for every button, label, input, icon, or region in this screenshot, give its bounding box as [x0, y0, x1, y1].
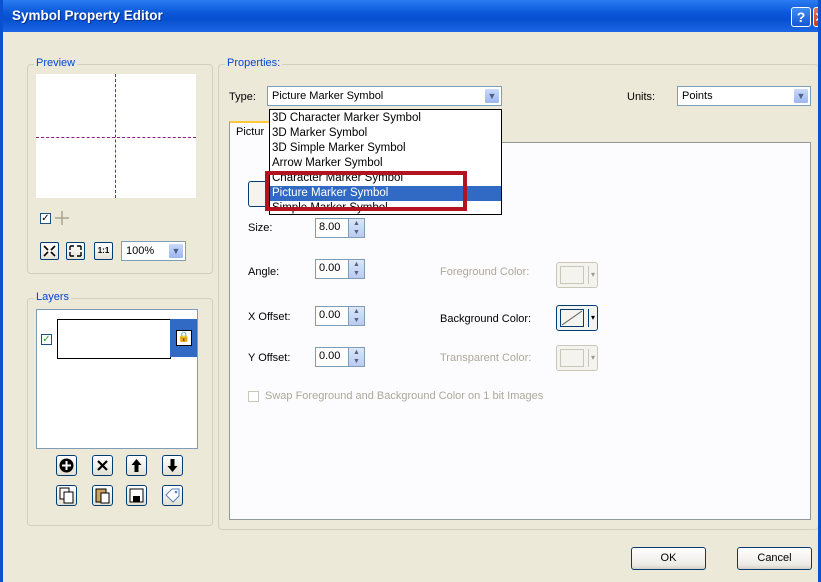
units-label: Units:: [627, 91, 656, 103]
angle-input[interactable]: 0.00: [315, 259, 349, 279]
paste-icon[interactable]: [92, 485, 113, 506]
spin-updown-icon[interactable]: ▲ ▼: [348, 306, 365, 326]
layer-lock-cell[interactable]: 🔒: [170, 319, 197, 357]
preview-label: Preview: [34, 57, 78, 69]
layer-visible-checkbox[interactable]: ✓: [41, 334, 52, 345]
lock-icon[interactable]: 🔒: [176, 330, 192, 346]
zoom-value: 100%: [126, 245, 155, 257]
zoom-fit-icon[interactable]: [40, 242, 59, 260]
delete-layer-icon[interactable]: [92, 455, 113, 476]
layers-label: Layers: [34, 291, 72, 303]
title-bar[interactable]: Symbol Property Editor ? ✕: [3, 0, 818, 32]
actual-size-icon[interactable]: 1:1: [94, 242, 113, 260]
background-color-button[interactable]: ▾: [556, 305, 598, 331]
move-down-icon[interactable]: [162, 455, 183, 476]
units-value: Points: [682, 90, 713, 102]
tag-icon[interactable]: [162, 485, 183, 506]
preview-horizontal-guide: [36, 137, 196, 138]
size-input[interactable]: 8.00: [315, 218, 349, 238]
preview-vertical-guide: [115, 74, 116, 198]
cancel-button[interactable]: Cancel: [737, 547, 812, 570]
angle-label: Angle:: [248, 266, 280, 278]
angle-spinner[interactable]: 0.00 ▲ ▼: [315, 259, 365, 279]
type-value: Picture Marker Symbol: [272, 90, 384, 102]
chevron-down-icon: ▾: [588, 309, 597, 327]
tab-picture[interactable]: Pictur: [229, 121, 273, 143]
units-select[interactable]: Points ▼: [677, 86, 811, 106]
spin-updown-icon[interactable]: ▲ ▼: [348, 347, 365, 367]
foreground-color-label: Foreground Color:: [440, 266, 530, 278]
type-option[interactable]: Arrow Marker Symbol: [270, 156, 501, 171]
foreground-color-swatch: [560, 266, 584, 284]
transparent-color-button[interactable]: ▾: [556, 345, 598, 371]
type-option[interactable]: 3D Marker Symbol: [270, 126, 501, 141]
chevron-down-icon[interactable]: ▼: [793, 88, 809, 104]
type-label: Type:: [229, 91, 256, 103]
transparent-color-label: Transparent Color:: [440, 352, 532, 364]
layers-group: Layers ✓ 🔒: [27, 291, 213, 526]
background-color-label: Background Color:: [440, 313, 532, 325]
y-offset-input[interactable]: 0.00: [315, 347, 349, 367]
crosshair-icon[interactable]: [53, 209, 71, 227]
spin-updown-icon[interactable]: ▲ ▼: [348, 259, 365, 279]
foreground-color-button[interactable]: ▾: [556, 262, 598, 288]
close-icon[interactable]: ✕: [813, 7, 818, 27]
symbol-property-editor-window: Symbol Property Editor ? ✕ Preview ✓ 1:1…: [0, 0, 821, 582]
chevron-down-icon: ▾: [588, 349, 597, 367]
add-layer-icon[interactable]: [56, 455, 77, 476]
chevron-down-icon: ▾: [588, 266, 597, 284]
size-label: Size:: [248, 222, 273, 234]
x-offset-spinner[interactable]: 0.00 ▲ ▼: [315, 306, 365, 326]
layers-list[interactable]: ✓ 🔒: [36, 309, 198, 449]
swap-colors-checkbox[interactable]: [248, 391, 259, 402]
x-offset-label: X Offset:: [248, 311, 291, 323]
swap-colors-label: Swap Foreground and Background Color on …: [265, 390, 544, 402]
preview-canvas: [36, 74, 196, 198]
window-title: Symbol Property Editor: [12, 8, 163, 23]
ok-button[interactable]: OK: [631, 547, 706, 570]
save-icon[interactable]: [126, 485, 147, 506]
spin-updown-icon[interactable]: ▲ ▼: [348, 218, 365, 238]
y-offset-spinner[interactable]: 0.00 ▲ ▼: [315, 347, 365, 367]
no-color-icon: [560, 309, 584, 327]
type-option[interactable]: 3D Character Marker Symbol: [270, 111, 501, 126]
move-up-icon[interactable]: [126, 455, 147, 476]
x-offset-input[interactable]: 0.00: [315, 306, 349, 326]
transparent-color-swatch: [560, 349, 584, 367]
preview-group: Preview ✓ 1:1 100% ▼: [27, 57, 213, 274]
layer-item[interactable]: [57, 319, 171, 359]
type-select[interactable]: Picture Marker Symbol ▼: [267, 86, 502, 106]
zoom-extent-icon[interactable]: [66, 242, 85, 260]
copy-icon[interactable]: [56, 485, 77, 506]
preview-checkbox[interactable]: ✓: [40, 213, 51, 224]
zoom-select[interactable]: 100% ▼: [121, 241, 186, 261]
properties-label: Properties:: [225, 57, 283, 69]
size-spinner[interactable]: 8.00 ▲ ▼: [315, 218, 365, 238]
chevron-down-icon[interactable]: ▼: [484, 88, 500, 104]
type-option[interactable]: 3D Simple Marker Symbol: [270, 141, 501, 156]
chevron-down-icon[interactable]: ▼: [168, 243, 184, 259]
y-offset-label: Y Offset:: [248, 352, 291, 364]
highlight-annotation-box: [265, 171, 467, 211]
help-icon[interactable]: ?: [791, 7, 811, 27]
